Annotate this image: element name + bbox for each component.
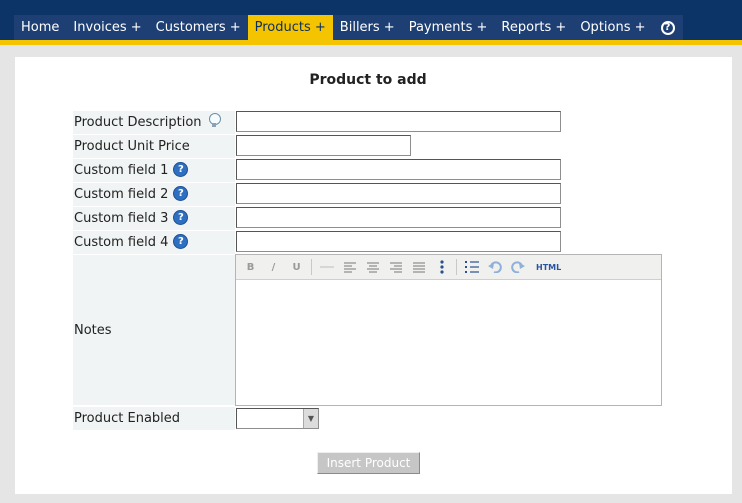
notes-label: Notes (74, 322, 112, 338)
nav-payments[interactable]: Payments + (402, 15, 495, 40)
notes-editor-body[interactable] (236, 280, 661, 404)
nav-reports[interactable]: Reports + (494, 15, 573, 40)
underline-icon[interactable]: U (288, 259, 305, 276)
custom-field-4-label-cell: Custom field 4 ? (73, 231, 235, 254)
custom-field-1-input[interactable] (236, 159, 561, 180)
custom-field-2-label-cell: Custom field 2 ? (73, 183, 235, 206)
html-source-button[interactable]: HTML (536, 263, 561, 272)
toolbar-separator (311, 259, 312, 275)
help-icon[interactable]: ? (173, 209, 189, 225)
unit-price-input[interactable] (236, 135, 411, 156)
custom-field-3-label-cell: Custom field 3 ? (73, 207, 235, 230)
description-label: Product Description (74, 115, 202, 130)
form-title: Product to add (309, 72, 427, 88)
italic-icon[interactable]: / (265, 259, 282, 276)
nav-customers[interactable]: Customers + (149, 15, 248, 40)
nav-home[interactable]: Home (14, 15, 66, 40)
description-label-cell: Product Description (73, 111, 235, 134)
nav-options[interactable]: Options + (573, 15, 652, 40)
chevron-down-icon[interactable]: ▼ (303, 409, 318, 428)
custom-field-3-input[interactable] (236, 207, 561, 228)
question-circle-icon: ? (660, 20, 675, 35)
nav-invoices[interactable]: Invoices + (66, 15, 148, 40)
help-icon[interactable]: ? (173, 161, 189, 177)
notes-label-cell: Notes (73, 255, 235, 405)
unit-price-label: Product Unit Price (74, 139, 190, 154)
custom-field-1-label-cell: Custom field 1 ? (73, 159, 235, 182)
top-navigation-bar: Home Invoices + Customers + Products + B… (0, 0, 742, 45)
enabled-label-cell: Product Enabled (73, 407, 235, 430)
numbered-list-icon[interactable] (463, 259, 480, 276)
product-enabled-select[interactable]: ▼ (236, 408, 319, 429)
insert-product-button[interactable]: Insert Product (317, 452, 420, 474)
bullet-list-icon[interactable] (433, 259, 450, 276)
custom-field-4-label: Custom field 4 (74, 235, 169, 250)
main-menu: Home Invoices + Customers + Products + B… (14, 15, 683, 40)
lightbulb-icon[interactable] (208, 112, 221, 129)
custom-field-2-label: Custom field 2 (74, 187, 169, 202)
redo-icon[interactable] (509, 259, 526, 276)
undo-icon[interactable] (486, 259, 503, 276)
nav-billers[interactable]: Billers + (333, 15, 402, 40)
custom-field-2-input[interactable] (236, 183, 561, 204)
strikethrough-icon[interactable] (318, 259, 335, 276)
justify-icon[interactable] (410, 259, 427, 276)
unit-price-label-cell: Product Unit Price (73, 135, 235, 158)
align-left-icon[interactable] (341, 259, 358, 276)
custom-field-3-label: Custom field 3 (74, 211, 169, 226)
editor-toolbar: B / U HTML (236, 255, 661, 280)
align-right-icon[interactable] (387, 259, 404, 276)
custom-field-4-input[interactable] (236, 231, 561, 252)
help-icon[interactable]: ? (173, 185, 189, 201)
align-center-icon[interactable] (364, 259, 381, 276)
notes-rich-text-editor: B / U HTML (235, 254, 662, 406)
product-description-input[interactable] (236, 111, 561, 132)
nav-help[interactable]: ? (653, 15, 683, 40)
enabled-label: Product Enabled (74, 411, 181, 426)
header-accent-stripe (0, 40, 742, 45)
nav-products[interactable]: Products + (247, 15, 333, 40)
bold-icon[interactable]: B (242, 259, 259, 276)
custom-field-1-label: Custom field 1 (74, 163, 169, 178)
toolbar-separator (456, 259, 457, 275)
help-icon[interactable]: ? (173, 233, 189, 249)
product-form-panel: Product to add Product Description Produ… (15, 57, 732, 494)
